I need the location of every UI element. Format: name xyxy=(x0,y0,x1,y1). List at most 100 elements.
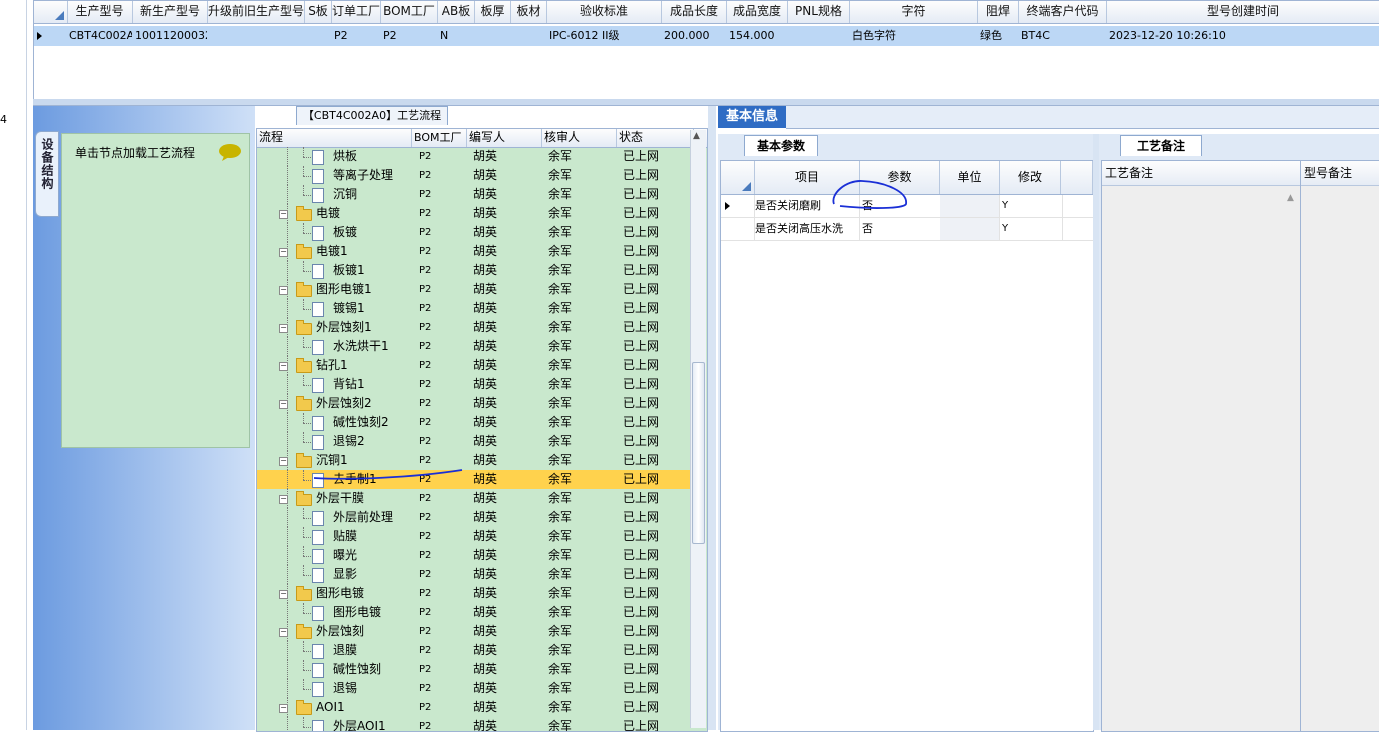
collapse-icon[interactable]: − xyxy=(279,704,288,713)
param-item[interactable]: 是否关闭高压水洗 xyxy=(755,218,860,240)
scroll-up-icon[interactable]: ▲ xyxy=(693,131,700,141)
flow-tree-row[interactable]: 显影 P2 胡英 余军 已上网 xyxy=(257,565,691,584)
flow-tree-row[interactable]: 等离子处理 P2 胡英 余军 已上网 xyxy=(257,166,691,185)
flow-tree-row[interactable]: 沉铜 P2 胡英 余军 已上网 xyxy=(257,185,691,204)
col-writer[interactable]: 编写人 xyxy=(467,129,542,147)
flow-tree-row[interactable]: 图形电镀 P2 胡英 余军 已上网 xyxy=(257,603,691,622)
grid-cell[interactable]: 白色字符 xyxy=(852,26,977,46)
collapse-icon[interactable]: − xyxy=(279,495,288,504)
col-modify[interactable]: 修改 xyxy=(1000,161,1061,194)
flow-tree-row[interactable]: − 电镀1 P2 胡英 余军 已上网 xyxy=(257,242,691,261)
flow-tree-row[interactable]: − 电镀 P2 胡英 余军 已上网 xyxy=(257,204,691,223)
collapse-icon[interactable]: − xyxy=(279,400,288,409)
param-value[interactable]: 否 xyxy=(860,218,942,240)
tree-scrollbar-thumb[interactable] xyxy=(692,362,705,544)
grid-cell[interactable]: P2 xyxy=(334,26,380,46)
param-unit[interactable] xyxy=(940,195,1000,217)
col-reviewer[interactable]: 核审人 xyxy=(542,129,617,147)
grid-cell[interactable]: 10011200032389 xyxy=(135,26,207,46)
flow-tree-row[interactable]: − 图形电镀 P2 胡英 余军 已上网 xyxy=(257,584,691,603)
flow-tree-row[interactable]: 背钻1 P2 胡英 余军 已上网 xyxy=(257,375,691,394)
grid-cell[interactable]: 200.000 xyxy=(664,26,726,46)
grid-cell[interactable] xyxy=(210,26,304,46)
col-header[interactable]: 成品长度 xyxy=(662,1,727,23)
horizontal-splitter[interactable] xyxy=(33,99,1379,106)
process-note-column[interactable] xyxy=(1102,161,1301,731)
flow-tree-row[interactable]: − 图形电镀1 P2 胡英 余军 已上网 xyxy=(257,280,691,299)
product-grid-row[interactable]: CBT4C002A010011200032389P2P2NIPC-6012 II… xyxy=(34,26,1379,46)
col-unit[interactable]: 单位 xyxy=(940,161,1000,194)
flow-tree-row[interactable]: 外层前处理 P2 胡英 余军 已上网 xyxy=(257,508,691,527)
tab-device-structure[interactable]: 设备结构 xyxy=(35,131,59,217)
params-grid[interactable]: 项目 参数 单位 修改 是否关闭磨刷否 Y 是否关闭高压水洗否 Y xyxy=(720,160,1094,732)
model-note-column[interactable] xyxy=(1301,161,1379,731)
col-flow[interactable]: 流程 xyxy=(257,129,412,147)
collapse-icon[interactable]: − xyxy=(279,248,288,257)
col-status[interactable]: 状态 xyxy=(617,129,694,147)
collapse-icon[interactable]: − xyxy=(279,286,288,295)
col-header[interactable]: 新生产型号 xyxy=(133,1,208,23)
col-header[interactable]: AB板 xyxy=(438,1,475,23)
col-header[interactable]: 终端客户代码 xyxy=(1019,1,1107,23)
tab-basic-info[interactable]: 基本信息 xyxy=(718,106,786,128)
col-header[interactable]: 订单工厂 xyxy=(332,1,381,23)
grid-cell[interactable] xyxy=(790,26,849,46)
col-header[interactable]: 型号创建时间 xyxy=(1107,1,1379,23)
col-bom-factory[interactable]: BOM工厂 xyxy=(412,129,467,147)
col-header[interactable]: 升级前旧生产型号 xyxy=(208,1,305,23)
flow-tree-row[interactable]: 烘板 P2 胡英 余军 已上网 xyxy=(257,147,691,166)
collapse-icon[interactable]: − xyxy=(279,590,288,599)
grid-cell[interactable]: 绿色 xyxy=(980,26,1018,46)
flow-tree-row[interactable]: − 外层蚀刻2 P2 胡英 余军 已上网 xyxy=(257,394,691,413)
col-header[interactable]: BOM工厂 xyxy=(381,1,438,23)
col-header[interactable]: 验收标准 xyxy=(547,1,662,23)
grid-cell[interactable]: 154.000 xyxy=(729,26,787,46)
col-header[interactable]: 生产型号 xyxy=(67,1,133,23)
col-header[interactable]: S板 xyxy=(305,1,332,23)
tab-process-notes[interactable]: 工艺备注 xyxy=(1120,135,1202,156)
col-header[interactable]: 板材 xyxy=(511,1,547,23)
flow-tree-row[interactable]: − AOI1 P2 胡英 余军 已上网 xyxy=(257,698,691,717)
collapse-icon[interactable]: − xyxy=(279,457,288,466)
grid-cell[interactable] xyxy=(307,26,331,46)
param-modify[interactable]: Y xyxy=(1000,195,1063,217)
collapse-icon[interactable]: − xyxy=(279,628,288,637)
grid-cell[interactable] xyxy=(513,26,546,46)
grid-corner[interactable] xyxy=(34,1,68,23)
tab-basic-params[interactable]: 基本参数 xyxy=(744,135,818,156)
grid-cell[interactable]: P2 xyxy=(383,26,437,46)
param-row[interactable]: 是否关闭高压水洗否 Y xyxy=(721,218,1093,241)
grid-cell[interactable]: IPC-6012 II级 xyxy=(549,26,661,46)
flow-tree-row[interactable]: 板镀 P2 胡英 余军 已上网 xyxy=(257,223,691,242)
col-header[interactable]: PNL规格 xyxy=(788,1,850,23)
col-header[interactable]: 成品宽度 xyxy=(727,1,788,23)
flow-tree-row[interactable]: − 外层蚀刻 P2 胡英 余军 已上网 xyxy=(257,622,691,641)
flow-tree-row[interactable]: − 钻孔1 P2 胡英 余军 已上网 xyxy=(257,356,691,375)
flow-tree-row[interactable]: 曝光 P2 胡英 余军 已上网 xyxy=(257,546,691,565)
grid-cell[interactable] xyxy=(477,26,510,46)
vertical-splitter[interactable] xyxy=(708,106,716,730)
grid-cell[interactable]: BT4C xyxy=(1021,26,1106,46)
param-modify[interactable]: Y xyxy=(1000,218,1063,240)
grid-cell[interactable]: 2023-12-20 10:26:10 xyxy=(1109,26,1379,46)
flow-tree-row[interactable]: 退锡 P2 胡英 余军 已上网 xyxy=(257,679,691,698)
col-header[interactable]: 阻焊 xyxy=(978,1,1019,23)
scroll-up-icon[interactable]: ▲ xyxy=(1287,193,1294,203)
flow-tree-row[interactable]: 水洗烘干1 P2 胡英 余军 已上网 xyxy=(257,337,691,356)
flow-tree-row[interactable]: − 外层蚀刻1 P2 胡英 余军 已上网 xyxy=(257,318,691,337)
param-unit[interactable] xyxy=(940,218,1000,240)
col-header[interactable]: 字符 xyxy=(850,1,978,23)
collapse-icon[interactable]: − xyxy=(279,210,288,219)
grid-corner[interactable] xyxy=(721,161,755,194)
flow-tree-row[interactable]: − 外层干膜 P2 胡英 余军 已上网 xyxy=(257,489,691,508)
flow-tree-row[interactable]: 贴膜 P2 胡英 余军 已上网 xyxy=(257,527,691,546)
collapse-icon[interactable]: − xyxy=(279,362,288,371)
collapse-icon[interactable]: − xyxy=(279,324,288,333)
row-header[interactable] xyxy=(721,195,755,217)
grid-cell[interactable]: N xyxy=(440,26,474,46)
flow-tree-row[interactable]: 碱性蚀刻2 P2 胡英 余军 已上网 xyxy=(257,413,691,432)
flow-tree-row[interactable]: 退锡2 P2 胡英 余军 已上网 xyxy=(257,432,691,451)
flow-tree-row[interactable]: 退膜 P2 胡英 余军 已上网 xyxy=(257,641,691,660)
col-header[interactable]: 板厚 xyxy=(475,1,511,23)
flow-tree-row[interactable]: 镀锡1 P2 胡英 余军 已上网 xyxy=(257,299,691,318)
